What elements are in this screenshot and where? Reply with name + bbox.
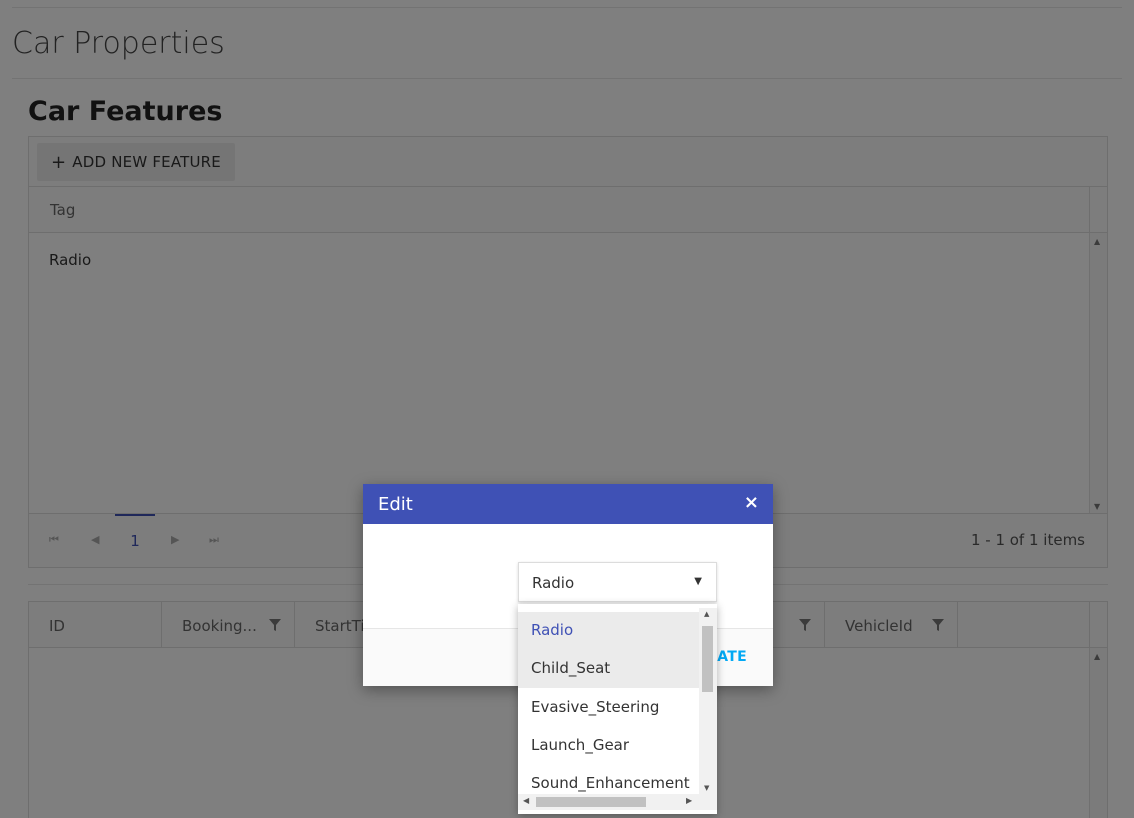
dropdown-value: Radio [532,574,575,592]
popup-vertical-scrollbar[interactable]: ▲ ▼ [699,608,717,794]
dialog-titlebar: Edit × [363,484,773,524]
scroll-up-icon[interactable]: ▲ [704,610,709,618]
scrollbar-thumb[interactable] [702,626,713,692]
dropdown-option[interactable]: Child_Seat [518,650,699,688]
scroll-left-icon[interactable]: ◀ [523,796,529,805]
tag-dropdown[interactable]: Radio ▼ [518,562,717,602]
caret-down-icon[interactable]: ▼ [694,576,702,587]
close-icon[interactable]: × [744,492,759,513]
dropdown-option[interactable]: Radio [518,612,699,650]
scroll-right-icon[interactable]: ▶ [686,796,692,805]
popup-horizontal-scrollbar[interactable]: ◀ ▶ [518,794,717,810]
dropdown-popup: Radio Child_Seat Evasive_Steering Launch… [518,604,717,814]
dropdown-option[interactable]: Evasive_Steering [518,689,699,727]
dropdown-option[interactable]: Sound_Enhancement [518,765,699,794]
dialog-title: Edit [378,494,413,515]
scrollbar-thumb[interactable] [536,797,646,807]
dropdown-option[interactable]: Launch_Gear [518,727,699,765]
dropdown-options: Radio Child_Seat Evasive_Steering Launch… [518,608,699,794]
scroll-down-icon[interactable]: ▼ [704,784,709,792]
